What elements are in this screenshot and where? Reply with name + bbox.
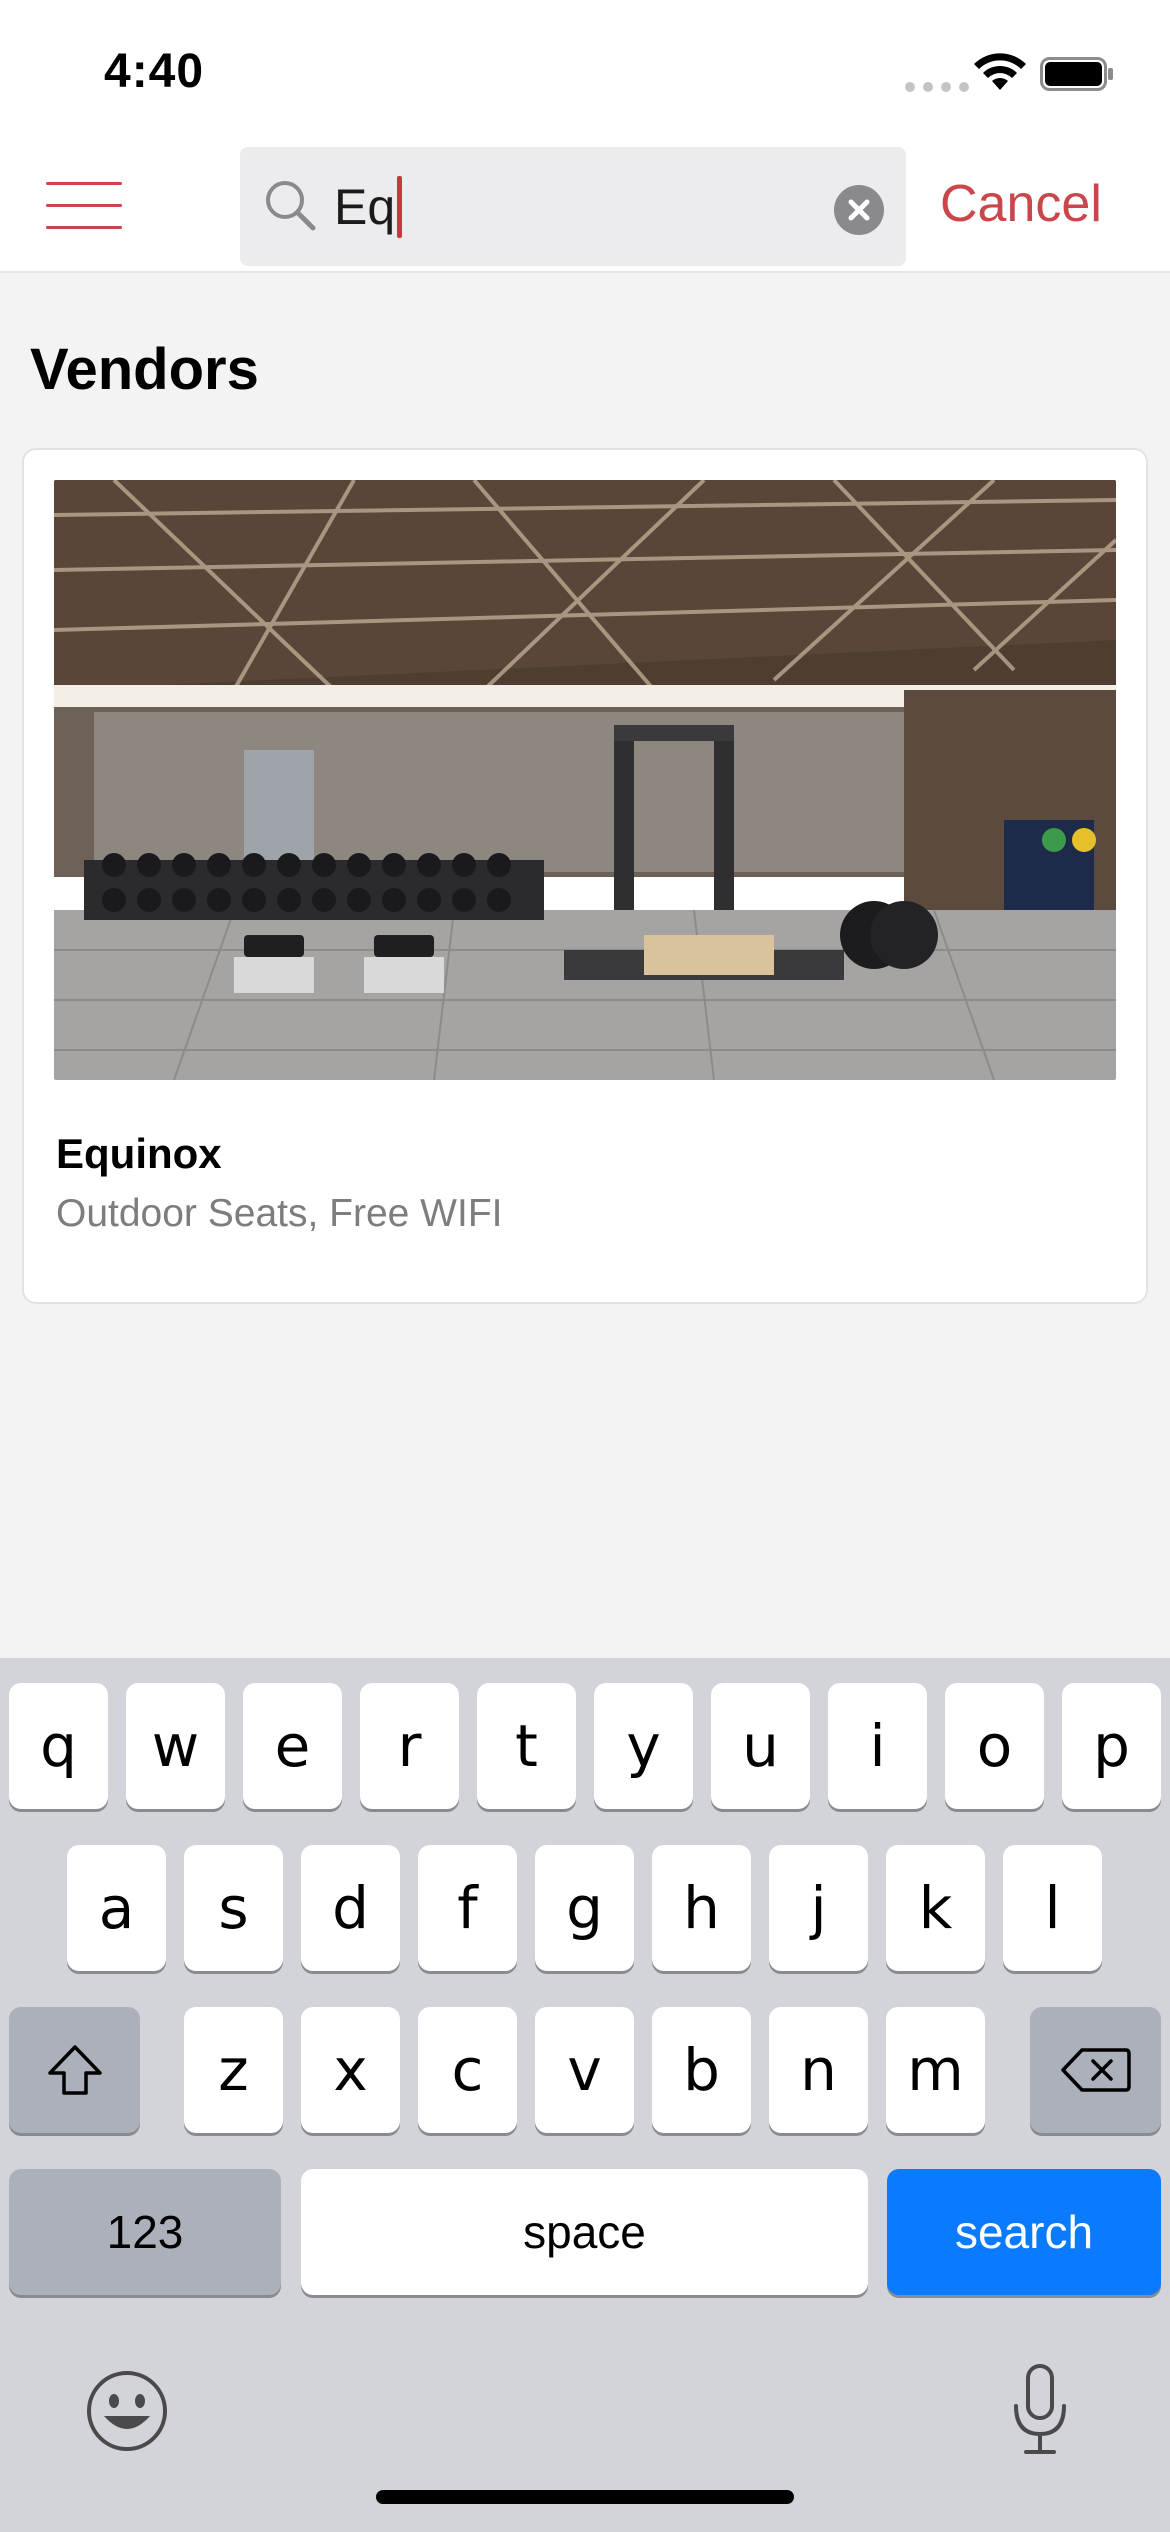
emoji-icon[interactable] [84, 2368, 170, 2454]
vendor-card[interactable]: Equinox Outdoor Seats, Free WIFI [22, 448, 1148, 1304]
key-t[interactable]: t [477, 1683, 576, 1809]
key-n[interactable]: n [769, 2007, 868, 2133]
status-bar: 4:40 [0, 0, 1170, 140]
wifi-icon [974, 53, 1026, 90]
key-e[interactable]: e [243, 1683, 342, 1809]
cancel-button[interactable]: Cancel [940, 174, 1102, 234]
key-v[interactable]: v [535, 2007, 634, 2133]
search-bar[interactable]: Eq [240, 147, 906, 266]
battery-icon [1040, 57, 1113, 91]
search-icon [266, 181, 316, 231]
vendor-tags: Outdoor Seats, Free WIFI [56, 1192, 503, 1235]
search-input[interactable]: Eq [334, 175, 403, 242]
key-u[interactable]: u [711, 1683, 810, 1809]
key-j[interactable]: j [769, 1845, 868, 1971]
vendor-name: Equinox [56, 1130, 222, 1177]
key-s[interactable]: s [184, 1845, 283, 1971]
shift-key[interactable] [9, 2007, 140, 2133]
home-indicator [376, 2490, 794, 2504]
search-key[interactable]: search [887, 2169, 1161, 2295]
key-g[interactable]: g [535, 1845, 634, 1971]
key-x[interactable]: x [301, 2007, 400, 2133]
key-r[interactable]: r [360, 1683, 459, 1809]
key-o[interactable]: o [945, 1683, 1044, 1809]
key-y[interactable]: y [594, 1683, 693, 1809]
backspace-icon [1060, 2048, 1131, 2092]
keyboard: q w e r t y u i o p a s d f g h j k l z … [0, 1658, 1170, 2532]
key-h[interactable]: h [652, 1845, 751, 1971]
backspace-key[interactable] [1030, 2007, 1161, 2133]
clear-icon [848, 199, 870, 221]
menu-icon [46, 182, 122, 185]
microphone-icon[interactable] [1010, 2362, 1070, 2458]
vendor-image [54, 480, 1116, 1080]
text-cursor [397, 175, 403, 238]
search-input-text: Eq [334, 179, 396, 235]
key-p[interactable]: p [1062, 1683, 1161, 1809]
menu-button[interactable] [46, 180, 124, 232]
key-q[interactable]: q [9, 1683, 108, 1809]
key-i[interactable]: i [828, 1683, 927, 1809]
cellular-signal-icon [905, 82, 969, 92]
space-key[interactable]: space [301, 2169, 868, 2295]
key-z[interactable]: z [184, 2007, 283, 2133]
key-c[interactable]: c [418, 2007, 517, 2133]
key-m[interactable]: m [886, 2007, 985, 2133]
key-a[interactable]: a [67, 1845, 166, 1971]
status-time: 4:40 [104, 45, 205, 98]
key-l[interactable]: l [1003, 1845, 1102, 1971]
key-b[interactable]: b [652, 2007, 751, 2133]
clear-search-button[interactable] [834, 185, 884, 235]
key-w[interactable]: w [126, 1683, 225, 1809]
key-d[interactable]: d [301, 1845, 400, 1971]
key-f[interactable]: f [418, 1845, 517, 1971]
section-title: Vendors [30, 337, 259, 402]
key-k[interactable]: k [886, 1845, 985, 1971]
numbers-key[interactable]: 123 [9, 2169, 281, 2295]
shift-icon [47, 2045, 102, 2095]
nav-bar: Eq Cancel [0, 140, 1170, 273]
